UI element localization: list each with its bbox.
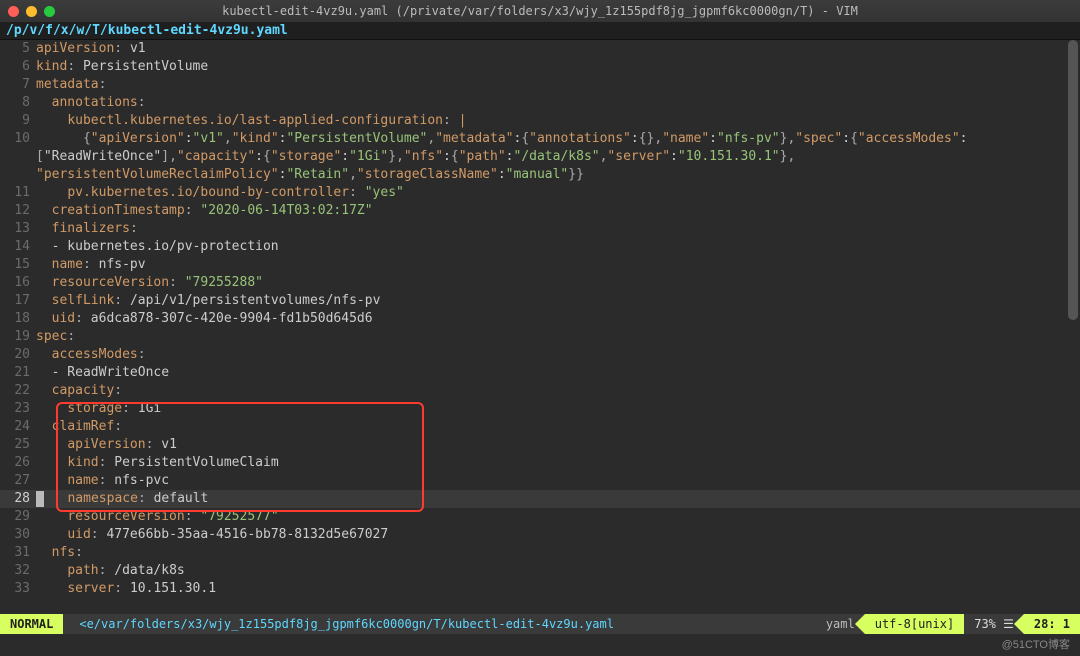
code-line: 10 {"apiVersion":"v1","kind":"Persistent… — [0, 130, 1080, 148]
watermark-text: @51CTO博客 — [1002, 636, 1070, 652]
code-line: ["ReadWriteOnce"],"capacity":{"storage":… — [0, 148, 1080, 166]
code-line: 11 pv.kubernetes.io/bound-by-controller:… — [0, 184, 1080, 202]
scrollbar-thumb[interactable] — [1068, 40, 1078, 320]
vim-mode-indicator: NORMAL — [0, 614, 63, 634]
editor-area[interactable]: 5apiVersion: v1 6kind: PersistentVolume … — [0, 40, 1080, 598]
window-title: kubectl-edit-4vz9u.yaml (/private/var/fo… — [0, 4, 1080, 18]
code-line: 14 - kubernetes.io/pv-protection — [0, 238, 1080, 256]
code-line: 17 selfLink: /api/v1/persistentvolumes/n… — [0, 292, 1080, 310]
code-line: 30 uid: 477e66bb-35aa-4516-bb78-8132d5e6… — [0, 526, 1080, 544]
code-line: 20 accessModes: — [0, 346, 1080, 364]
vim-file-segment: <e/var/folders/x3/wjy_1z155pdf8jg_jgpmf6… — [63, 614, 815, 634]
vim-encoding-segment: utf-8[unix] — [865, 614, 964, 634]
code-line: 15 name: nfs-pv — [0, 256, 1080, 274]
code-line: 24 claimRef: — [0, 418, 1080, 436]
vim-path-text: /p/v/f/x/w/T/kubectl-edit-4vz9u.yaml — [6, 23, 288, 38]
code-line: 12 creationTimestamp: "2020-06-14T03:02:… — [0, 202, 1080, 220]
code-line: 21 - ReadWriteOnce — [0, 364, 1080, 382]
window-titlebar: kubectl-edit-4vz9u.yaml (/private/var/fo… — [0, 0, 1080, 22]
code-line: 6kind: PersistentVolume — [0, 58, 1080, 76]
code-line: 29 resourceVersion: "79252577" — [0, 508, 1080, 526]
code-line: 9 kubectl.kubernetes.io/last-applied-con… — [0, 112, 1080, 130]
code-line: 27 name: nfs-pvc — [0, 472, 1080, 490]
vim-path-bar: /p/v/f/x/w/T/kubectl-edit-4vz9u.yaml — [0, 22, 1080, 40]
code-line: 31 nfs: — [0, 544, 1080, 562]
code-line: 18 uid: a6dca878-307c-420e-9904-fd1b50d6… — [0, 310, 1080, 328]
vim-position-segment: 28: 1 — [1024, 614, 1080, 634]
code-line: 22 capacity: — [0, 382, 1080, 400]
code-line: "persistentVolumeReclaimPolicy":"Retain"… — [0, 166, 1080, 184]
code-line: 16 resourceVersion: "79255288" — [0, 274, 1080, 292]
code-line-current: 28 namespace: default — [0, 490, 1080, 508]
code-line: 25 apiVersion: v1 — [0, 436, 1080, 454]
cursor-block — [36, 491, 44, 507]
code-line: 26 kind: PersistentVolumeClaim — [0, 454, 1080, 472]
code-line: 13 finalizers: — [0, 220, 1080, 238]
code-line: 32 path: /data/k8s — [0, 562, 1080, 580]
code-line: 7metadata: — [0, 76, 1080, 94]
code-line: 19spec: — [0, 328, 1080, 346]
code-line: 23 storage: 1Gi — [0, 400, 1080, 418]
editor-scrollbar[interactable] — [1068, 40, 1078, 600]
code-line: 8 annotations: — [0, 94, 1080, 112]
vim-status-line: NORMAL <e/var/folders/x3/wjy_1z155pdf8jg… — [0, 614, 1080, 634]
code-line: 33 server: 10.151.30.1 — [0, 580, 1080, 598]
code-line: 5apiVersion: v1 — [0, 40, 1080, 58]
